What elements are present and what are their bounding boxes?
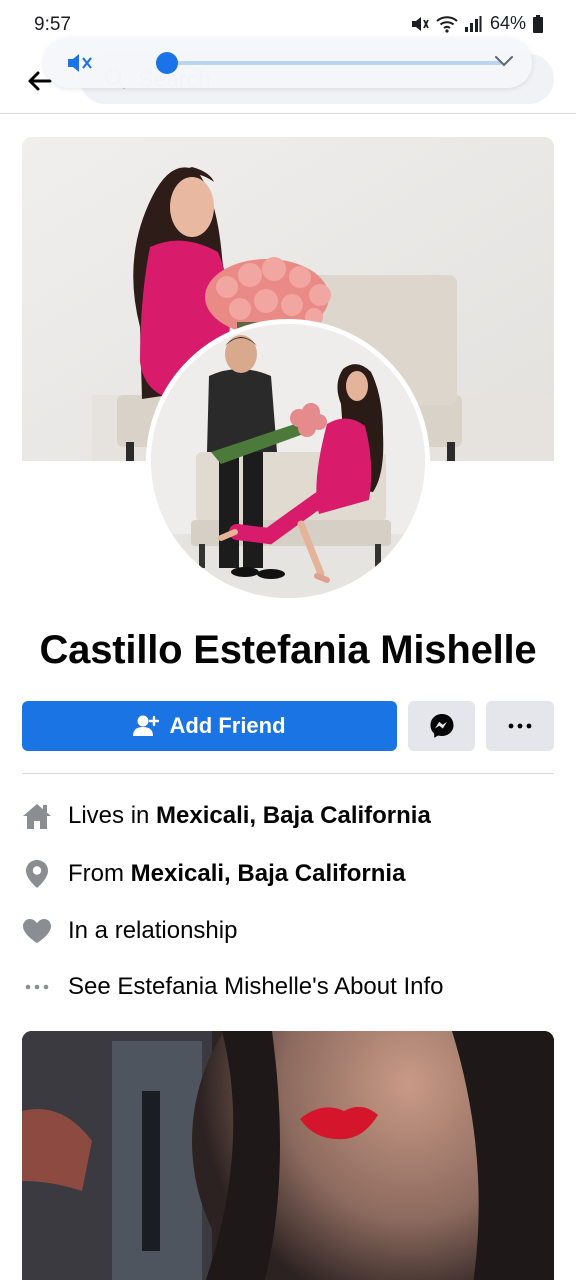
battery-percent: 64% xyxy=(489,13,526,33)
intro-from: From Mexicali, Baja California xyxy=(22,856,562,892)
add-friend-label: Add Friend xyxy=(169,713,286,738)
status-icons: 64% xyxy=(410,13,544,34)
add-friend-button[interactable]: Add Friend xyxy=(22,701,397,751)
muted-speaker-icon[interactable] xyxy=(66,51,94,75)
divider xyxy=(22,773,554,774)
status-bar: 9:57 64% xyxy=(0,0,576,40)
location-pin-icon xyxy=(22,859,52,889)
see-about-link[interactable]: See Estefania Mishelle's About Info xyxy=(68,973,443,1001)
from-prefix: From xyxy=(68,860,131,887)
lives-in-place[interactable]: Mexicali, Baja California xyxy=(156,802,431,829)
volume-overlay[interactable] xyxy=(44,38,532,88)
chevron-down-icon[interactable] xyxy=(494,54,514,68)
message-button[interactable] xyxy=(408,701,475,751)
profile-picture[interactable] xyxy=(146,319,430,603)
volume-slider-knob[interactable] xyxy=(156,52,178,74)
signal-icon xyxy=(464,15,482,33)
more-button[interactable] xyxy=(486,701,554,751)
battery-icon xyxy=(532,14,544,33)
messenger-icon xyxy=(430,714,453,738)
volume-track[interactable] xyxy=(162,61,502,65)
from-text: From Mexicali, Baja California xyxy=(68,860,405,888)
wifi-icon xyxy=(436,15,458,33)
more-icon xyxy=(508,723,532,729)
heart-icon xyxy=(22,916,52,946)
from-place[interactable]: Mexicali, Baja California xyxy=(131,860,406,887)
status-time: 9:57 xyxy=(34,14,71,35)
intro-relationship: In a relationship xyxy=(22,913,562,949)
lives-in-prefix: Lives in xyxy=(68,802,157,829)
home-icon xyxy=(22,801,52,831)
add-friend-icon xyxy=(133,715,160,736)
intro-lives-in: Lives in Mexicali, Baja California xyxy=(22,798,562,834)
mute-icon xyxy=(410,15,430,33)
intro-see-about[interactable]: See Estefania Mishelle's About Info xyxy=(22,969,562,1005)
relationship-text: In a relationship xyxy=(68,917,238,944)
lives-in-text: Lives in Mexicali, Baja California xyxy=(68,802,431,830)
more-dots-icon xyxy=(22,972,52,1002)
featured-photo[interactable] xyxy=(22,1031,554,1280)
profile-name: Castillo Estefania Mishelle xyxy=(39,628,537,672)
